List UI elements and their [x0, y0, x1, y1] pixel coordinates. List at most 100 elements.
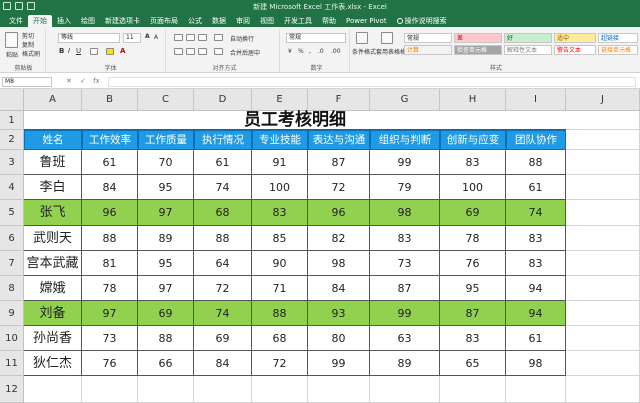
cancel-icon[interactable]: ✕: [66, 77, 72, 85]
score-cell[interactable]: 80: [308, 326, 370, 351]
empty-cell[interactable]: [252, 376, 308, 403]
paste-button[interactable]: 粘贴: [6, 50, 18, 59]
score-cell[interactable]: 74: [194, 301, 252, 326]
orientation-icon[interactable]: [214, 34, 223, 41]
score-cell[interactable]: 88: [194, 226, 252, 251]
score-cell[interactable]: 81: [82, 251, 138, 276]
score-cell[interactable]: 90: [252, 251, 308, 276]
score-cell[interactable]: 61: [506, 175, 566, 200]
column-header[interactable]: D: [194, 89, 252, 111]
score-cell[interactable]: 83: [370, 226, 440, 251]
number-format-select[interactable]: 常规: [286, 33, 346, 43]
cell-style-item[interactable]: 链接单元格: [598, 45, 638, 55]
tab-item[interactable]: 插入: [52, 15, 76, 27]
column-header[interactable]: G: [370, 89, 440, 111]
format-painter-button[interactable]: 格式刷: [22, 49, 40, 58]
score-cell[interactable]: 83: [506, 251, 566, 276]
row-header[interactable]: 1: [0, 111, 24, 130]
employee-name-cell[interactable]: 宫本武藏: [24, 251, 82, 276]
row-header[interactable]: 10: [0, 326, 24, 351]
score-cell[interactable]: 66: [138, 351, 194, 376]
cell-style-item[interactable]: 计算: [404, 45, 452, 55]
font-color-icon[interactable]: A: [120, 47, 125, 55]
empty-cell[interactable]: [566, 301, 640, 326]
fill-color-icon[interactable]: [106, 48, 114, 55]
empty-cell[interactable]: [566, 351, 640, 376]
score-cell[interactable]: 100: [252, 175, 308, 200]
cell-style-item[interactable]: 好: [504, 33, 552, 43]
enter-icon[interactable]: ✓: [80, 77, 86, 85]
column-header[interactable]: B: [82, 89, 138, 111]
score-cell[interactable]: 78: [82, 276, 138, 301]
employee-name-cell[interactable]: 孙尚香: [24, 326, 82, 351]
score-cell[interactable]: 99: [308, 351, 370, 376]
score-cell[interactable]: 88: [506, 150, 566, 175]
empty-cell[interactable]: [138, 376, 194, 403]
score-cell[interactable]: 84: [308, 276, 370, 301]
score-cell[interactable]: 97: [138, 276, 194, 301]
align-left-icon[interactable]: [174, 48, 183, 55]
row-header[interactable]: 5: [0, 200, 24, 226]
cell-style-item[interactable]: 警告文本: [554, 45, 596, 55]
row-header[interactable]: 11: [0, 351, 24, 376]
score-cell[interactable]: 96: [82, 200, 138, 226]
empty-cell[interactable]: [566, 251, 640, 276]
select-all-corner[interactable]: [0, 89, 24, 111]
conditional-format-button[interactable]: 条件格式: [352, 47, 376, 56]
row-header[interactable]: 8: [0, 276, 24, 301]
employee-name-cell[interactable]: 李白: [24, 175, 82, 200]
table-header-cell[interactable]: 创新与应变: [440, 130, 506, 150]
empty-cell[interactable]: [566, 130, 640, 150]
empty-cell[interactable]: [566, 226, 640, 251]
column-header[interactable]: E: [252, 89, 308, 111]
score-cell[interactable]: 70: [138, 150, 194, 175]
sheet-title-cell[interactable]: 员工考核明细: [24, 111, 566, 130]
cell-style-item[interactable]: 常规: [404, 33, 452, 43]
score-cell[interactable]: 68: [194, 200, 252, 226]
cell-style-item[interactable]: 超链接: [598, 33, 638, 43]
score-cell[interactable]: 100: [440, 175, 506, 200]
score-cell[interactable]: 73: [82, 326, 138, 351]
score-cell[interactable]: 82: [308, 226, 370, 251]
score-cell[interactable]: 89: [138, 226, 194, 251]
score-cell[interactable]: 95: [138, 251, 194, 276]
row-header[interactable]: 9: [0, 301, 24, 326]
row-header[interactable]: 4: [0, 175, 24, 200]
score-cell[interactable]: 94: [506, 301, 566, 326]
empty-cell[interactable]: [566, 150, 640, 175]
empty-cell[interactable]: [440, 376, 506, 403]
tab-item[interactable]: 文件: [4, 15, 28, 27]
shrink-font-icon[interactable]: A: [154, 34, 158, 41]
table-header-cell[interactable]: 团队协作: [506, 130, 566, 150]
table-header-cell[interactable]: 组织与判断: [370, 130, 440, 150]
score-cell[interactable]: 61: [82, 150, 138, 175]
align-bottom-icon[interactable]: [198, 34, 207, 41]
score-cell[interactable]: 78: [440, 226, 506, 251]
score-cell[interactable]: 88: [252, 301, 308, 326]
tab-item[interactable]: 操作说明搜索: [392, 15, 452, 27]
cut-button[interactable]: 剪切: [22, 31, 34, 40]
table-header-cell[interactable]: 工作质量: [138, 130, 194, 150]
score-cell[interactable]: 87: [308, 150, 370, 175]
tab-item[interactable]: 数据: [207, 15, 231, 27]
paste-icon[interactable]: [5, 32, 18, 48]
font-size-select[interactable]: 11: [123, 33, 141, 43]
score-cell[interactable]: 79: [370, 175, 440, 200]
column-header[interactable]: H: [440, 89, 506, 111]
merge-center-button[interactable]: 合并后居中: [230, 48, 260, 57]
row-header[interactable]: 3: [0, 150, 24, 175]
comma-icon[interactable]: ,: [309, 48, 311, 55]
empty-cell[interactable]: [194, 376, 252, 403]
align-middle-icon[interactable]: [186, 34, 195, 41]
score-cell[interactable]: 74: [506, 200, 566, 226]
tab-item[interactable]: 公式: [183, 15, 207, 27]
column-header[interactable]: C: [138, 89, 194, 111]
column-header[interactable]: J: [566, 89, 640, 111]
tab-item[interactable]: 新建选项卡: [100, 15, 145, 27]
tab-item[interactable]: 开始: [28, 15, 52, 27]
score-cell[interactable]: 96: [308, 200, 370, 226]
score-cell[interactable]: 87: [370, 276, 440, 301]
score-cell[interactable]: 72: [308, 175, 370, 200]
score-cell[interactable]: 95: [138, 175, 194, 200]
tab-item[interactable]: 视图: [255, 15, 279, 27]
